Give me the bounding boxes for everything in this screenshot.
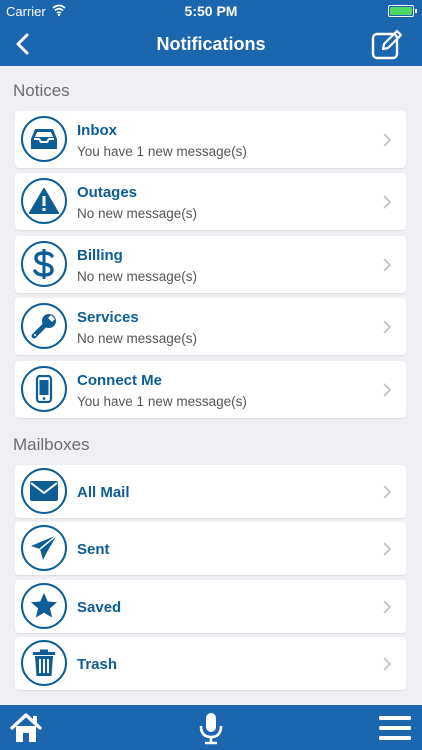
list-item-label: Services <box>77 309 139 326</box>
list-item-subtitle: No new message(s) <box>77 206 198 221</box>
status-time: 5:50 PM <box>184 3 238 19</box>
battery-icon <box>388 5 417 17</box>
warning-icon <box>21 178 67 224</box>
chevron-right-icon <box>383 600 392 614</box>
trash-icon <box>21 640 67 686</box>
phone-icon <box>21 366 67 412</box>
list-item-trash[interactable]: Trash <box>15 637 406 690</box>
section-header-notices: Notices <box>13 81 70 100</box>
list-item-outages[interactable]: Outages No new message(s) <box>15 173 406 230</box>
section-header-mailboxes: Mailboxes <box>13 435 90 454</box>
list-item-sent[interactable]: Sent <box>15 522 406 575</box>
envelope-icon <box>21 468 67 514</box>
compose-icon[interactable] <box>370 27 404 61</box>
chevron-right-icon <box>383 383 392 397</box>
list-item-connect-me[interactable]: Connect Me You have 1 new message(s) <box>15 361 406 418</box>
list-item-label: Billing <box>77 247 123 264</box>
list-item-services[interactable]: Services No new message(s) <box>15 298 406 355</box>
page-title: Notifications <box>156 34 266 54</box>
list-item-label: Inbox <box>77 122 117 139</box>
wrench-icon <box>21 303 67 349</box>
chevron-right-icon <box>383 133 392 147</box>
nav-bar: Notifications <box>0 22 422 66</box>
chevron-right-icon <box>383 195 392 209</box>
list-item-label: Outages <box>77 184 138 201</box>
list-item-label: All Mail <box>77 484 130 501</box>
inbox-icon <box>21 116 67 162</box>
chevron-right-icon <box>383 657 392 671</box>
list-item-saved[interactable]: Saved <box>15 580 406 633</box>
list-item-billing[interactable]: Billing No new message(s) <box>15 236 406 293</box>
menu-icon[interactable] <box>378 711 412 745</box>
star-icon <box>21 583 67 629</box>
list-item-subtitle: You have 1 new message(s) <box>77 394 247 409</box>
list-item-subtitle: No new message(s) <box>77 331 198 346</box>
chevron-right-icon <box>383 258 392 272</box>
list-item-label: Saved <box>77 599 122 616</box>
list-item-label: Connect Me <box>77 372 163 389</box>
list-item-all-mail[interactable]: All Mail <box>15 465 406 518</box>
list-item-label: Sent <box>77 541 110 558</box>
list-item-label: Trash <box>77 656 118 673</box>
microphone-icon[interactable] <box>194 711 228 745</box>
chevron-right-icon <box>383 485 392 499</box>
status-bar: Carrier 5:50 PM <box>0 0 422 22</box>
chevron-right-icon <box>383 320 392 334</box>
paper-plane-icon <box>21 525 67 571</box>
home-icon[interactable] <box>9 711 43 745</box>
list-item-subtitle: No new message(s) <box>77 269 198 284</box>
dollar-icon <box>21 241 67 287</box>
tab-bar <box>0 705 422 750</box>
list-item-inbox[interactable]: Inbox You have 1 new message(s) <box>15 111 406 168</box>
list-item-subtitle: You have 1 new message(s) <box>77 144 247 159</box>
chevron-right-icon <box>383 542 392 556</box>
